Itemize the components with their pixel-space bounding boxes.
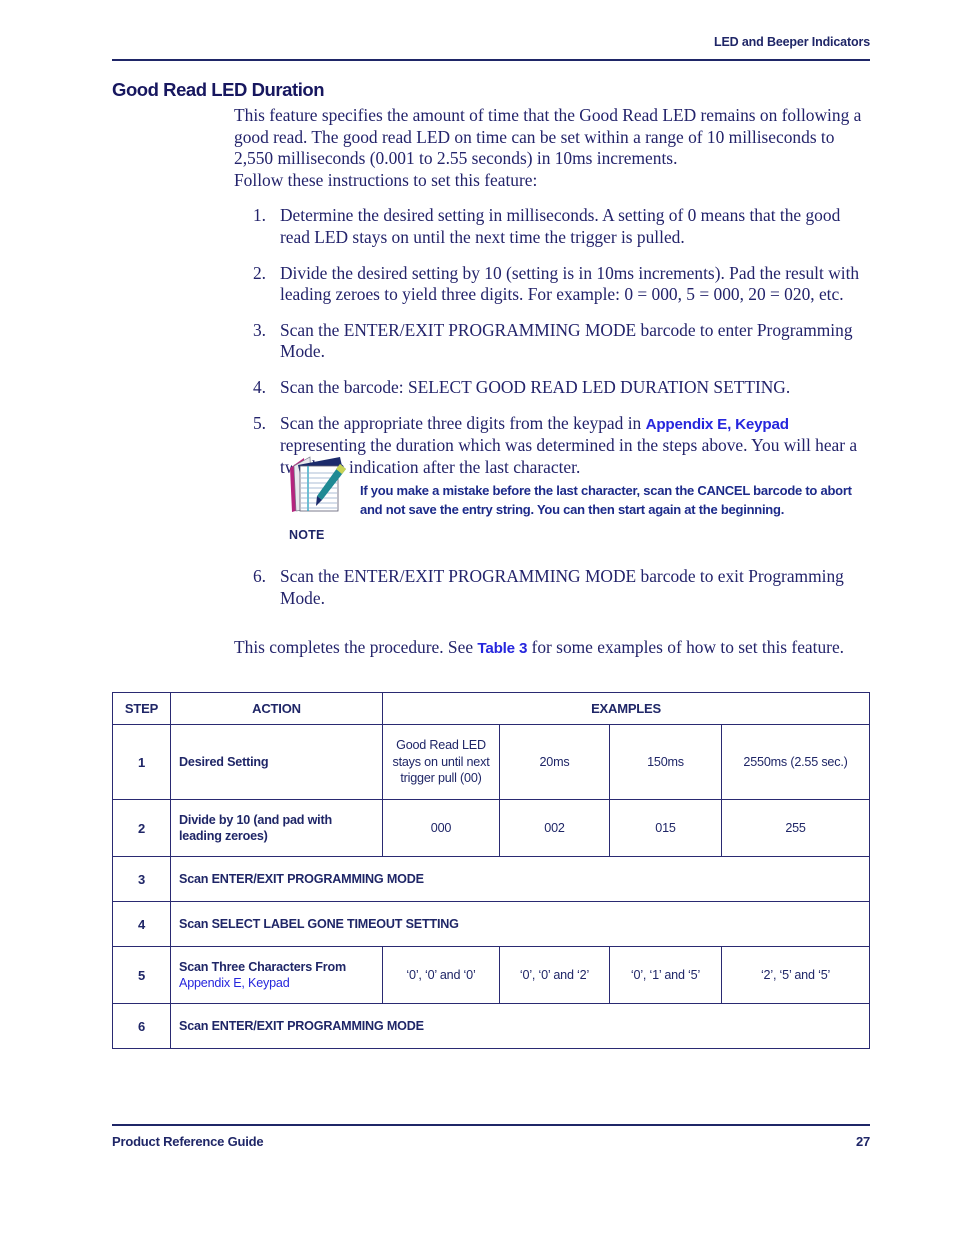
table-cell-action: Scan Three Characters From Appendix E, K…: [170, 946, 383, 1004]
table-cell-action: Scan ENTER/EXIT PROGRAMMING MODE: [169, 856, 871, 902]
table-cell-step: 4: [112, 901, 171, 947]
table-header-row: STEP ACTION EXAMPLES: [112, 692, 871, 725]
note-label: NOTE: [289, 528, 325, 542]
table-cell-step: 5: [112, 946, 171, 1004]
note-icon-container: NOTE: [280, 452, 360, 542]
list-item-number: 6.: [252, 566, 266, 586]
list-item-text: Scan the ENTER/EXIT PROGRAMMING MODE bar…: [280, 319, 853, 362]
table-cell-example: ‘0’, ‘0’ and ‘0’: [382, 946, 500, 1004]
list-item-text-before: Scan the appropriate three digits from t…: [280, 412, 646, 433]
table-cell-example: ‘0’, ‘1’ and ‘5’: [609, 946, 722, 1004]
notepad-pen-icon: [290, 456, 346, 512]
document-page: LED and Beeper Indicators Good Read LED …: [0, 0, 954, 1235]
appendix-e-keypad-link[interactable]: Appendix E, Keypad: [646, 416, 789, 433]
table-cell-step: 3: [112, 856, 171, 902]
table-header-action: ACTION: [170, 692, 383, 725]
table-row: 1 Desired Setting Good Read LED stays on…: [112, 724, 871, 800]
table-cell-example: 002: [499, 799, 610, 857]
list-item: 2. Divide the desired setting by 10 (set…: [234, 263, 870, 306]
header-rule: [112, 59, 870, 61]
list-item-text: Determine the desired setting in millise…: [280, 205, 841, 247]
table-header-examples: EXAMPLES: [381, 692, 871, 725]
table-cell-action: Divide by 10 (and pad with leading zeroe…: [170, 799, 383, 857]
closing-paragraph: This completes the procedure. See Table …: [234, 637, 870, 660]
running-header: LED and Beeper Indicators: [112, 33, 870, 51]
table-cell-example: 150ms: [609, 724, 722, 800]
instruction-list-continued: 6. Scan the ENTER/EXIT PROGRAMMING MODE …: [234, 566, 870, 609]
list-item-text: Scan the ENTER/EXIT PROGRAMMING MODE bar…: [280, 566, 844, 608]
note-callout: NOTE If you make a mistake before the la…: [280, 452, 870, 542]
note-text: If you make a mistake before the last ch…: [360, 483, 852, 517]
page-title: Good Read LED Duration: [112, 79, 325, 100]
intro-paragraph-1: This feature specifies the amount of tim…: [234, 105, 862, 169]
table-cell-action: Desired Setting: [170, 724, 383, 800]
table-cell-step: 2: [112, 799, 171, 857]
body-column: This feature specifies the amount of tim…: [234, 105, 870, 478]
running-header-text: LED and Beeper Indicators: [713, 35, 870, 49]
table-row: 4 Scan SELECT LABEL GONE TIMEOUT SETTING: [112, 901, 871, 947]
table-cell-example: 2550ms (2.55 sec.): [720, 724, 871, 800]
list-item: 3. Scan the ENTER/EXIT PROGRAMMING MODE …: [234, 320, 870, 363]
closing-text-before: This completes the procedure. See: [234, 637, 478, 658]
list-item: 1. Determine the desired setting in mill…: [234, 205, 870, 248]
table-cell-example: ‘0’, ‘0’ and ‘2’: [499, 946, 610, 1004]
list-item-number: 2.: [252, 262, 266, 283]
table-cell-action-text: Scan Three Characters From: [179, 959, 346, 974]
footer-rule: [112, 1124, 870, 1126]
list-item: 6. Scan the ENTER/EXIT PROGRAMMING MODE …: [234, 566, 870, 609]
page-footer: Product Reference Guide 27: [112, 1134, 870, 1149]
table-cell-step: 6: [112, 1003, 171, 1049]
body-column-lower: 6. Scan the ENTER/EXIT PROGRAMMING MODE …: [234, 566, 870, 660]
table-cell-step: 1: [112, 724, 171, 800]
table-cell-example: ‘2’, ‘5’ and ‘5’: [720, 946, 871, 1004]
table-header-step: STEP: [112, 692, 171, 725]
table-row: 2 Divide by 10 (and pad with leading zer…: [112, 799, 871, 857]
list-item-number: 1.: [252, 205, 266, 226]
table-row: 6 Scan ENTER/EXIT PROGRAMMING MODE: [112, 1003, 871, 1049]
appendix-e-keypad-link[interactable]: Appendix E, Keypad: [179, 975, 374, 992]
table-cell-example: 015: [609, 799, 722, 857]
footer-guide-title: Product Reference Guide: [112, 1134, 264, 1149]
list-item-number: 3.: [252, 319, 266, 340]
footer-page-number: 27: [855, 1134, 870, 1149]
table-3-link[interactable]: Table 3: [477, 640, 527, 657]
list-item: 4. Scan the barcode: SELECT GOOD READ LE…: [234, 377, 870, 399]
table-cell-example: 000: [382, 799, 500, 857]
examples-table: STEP ACTION EXAMPLES 1 Desired Setting G…: [112, 692, 871, 1049]
intro-paragraph-2: Follow these instructions to set this fe…: [234, 169, 538, 190]
table-cell-action: Scan ENTER/EXIT PROGRAMMING MODE: [169, 1003, 871, 1049]
list-item-number: 4.: [252, 376, 266, 397]
table-cell-example: 20ms: [499, 724, 610, 800]
table-row: 5 Scan Three Characters From Appendix E,…: [112, 946, 871, 1004]
list-item-text: Divide the desired setting by 10 (settin…: [280, 262, 860, 305]
closing-text-after: for some examples of how to set this fea…: [527, 637, 845, 658]
list-item-number: 5.: [252, 412, 266, 433]
table-cell-action: Scan SELECT LABEL GONE TIMEOUT SETTING: [169, 901, 871, 947]
table-row: 3 Scan ENTER/EXIT PROGRAMMING MODE: [112, 856, 871, 902]
table-cell-example: Good Read LED stays on until next trigge…: [382, 724, 500, 800]
table-cell-example: 255: [720, 799, 871, 857]
list-item-text: Scan the barcode: SELECT GOOD READ LED D…: [280, 376, 791, 397]
instruction-list: 1. Determine the desired setting in mill…: [234, 205, 870, 478]
